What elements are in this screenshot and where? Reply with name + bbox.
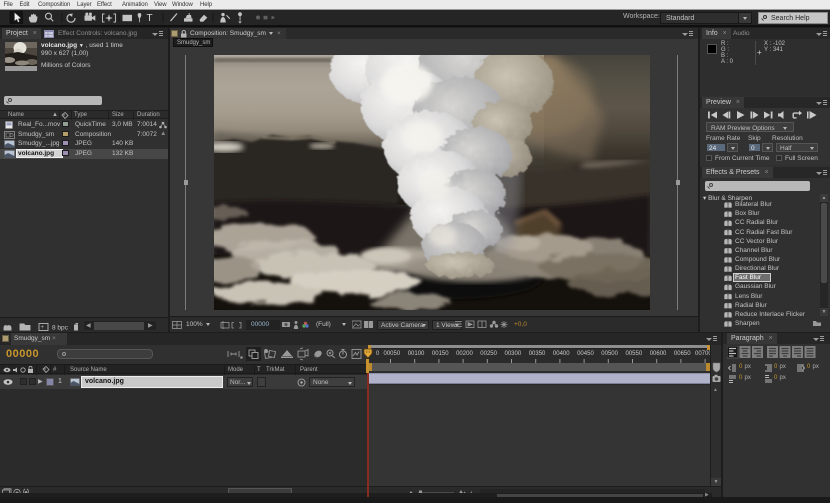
svg-text:8 bpc: 8 bpc — [52, 325, 69, 332]
svg-text:T: T — [147, 13, 153, 24]
svg-text:+: + — [41, 325, 45, 331]
